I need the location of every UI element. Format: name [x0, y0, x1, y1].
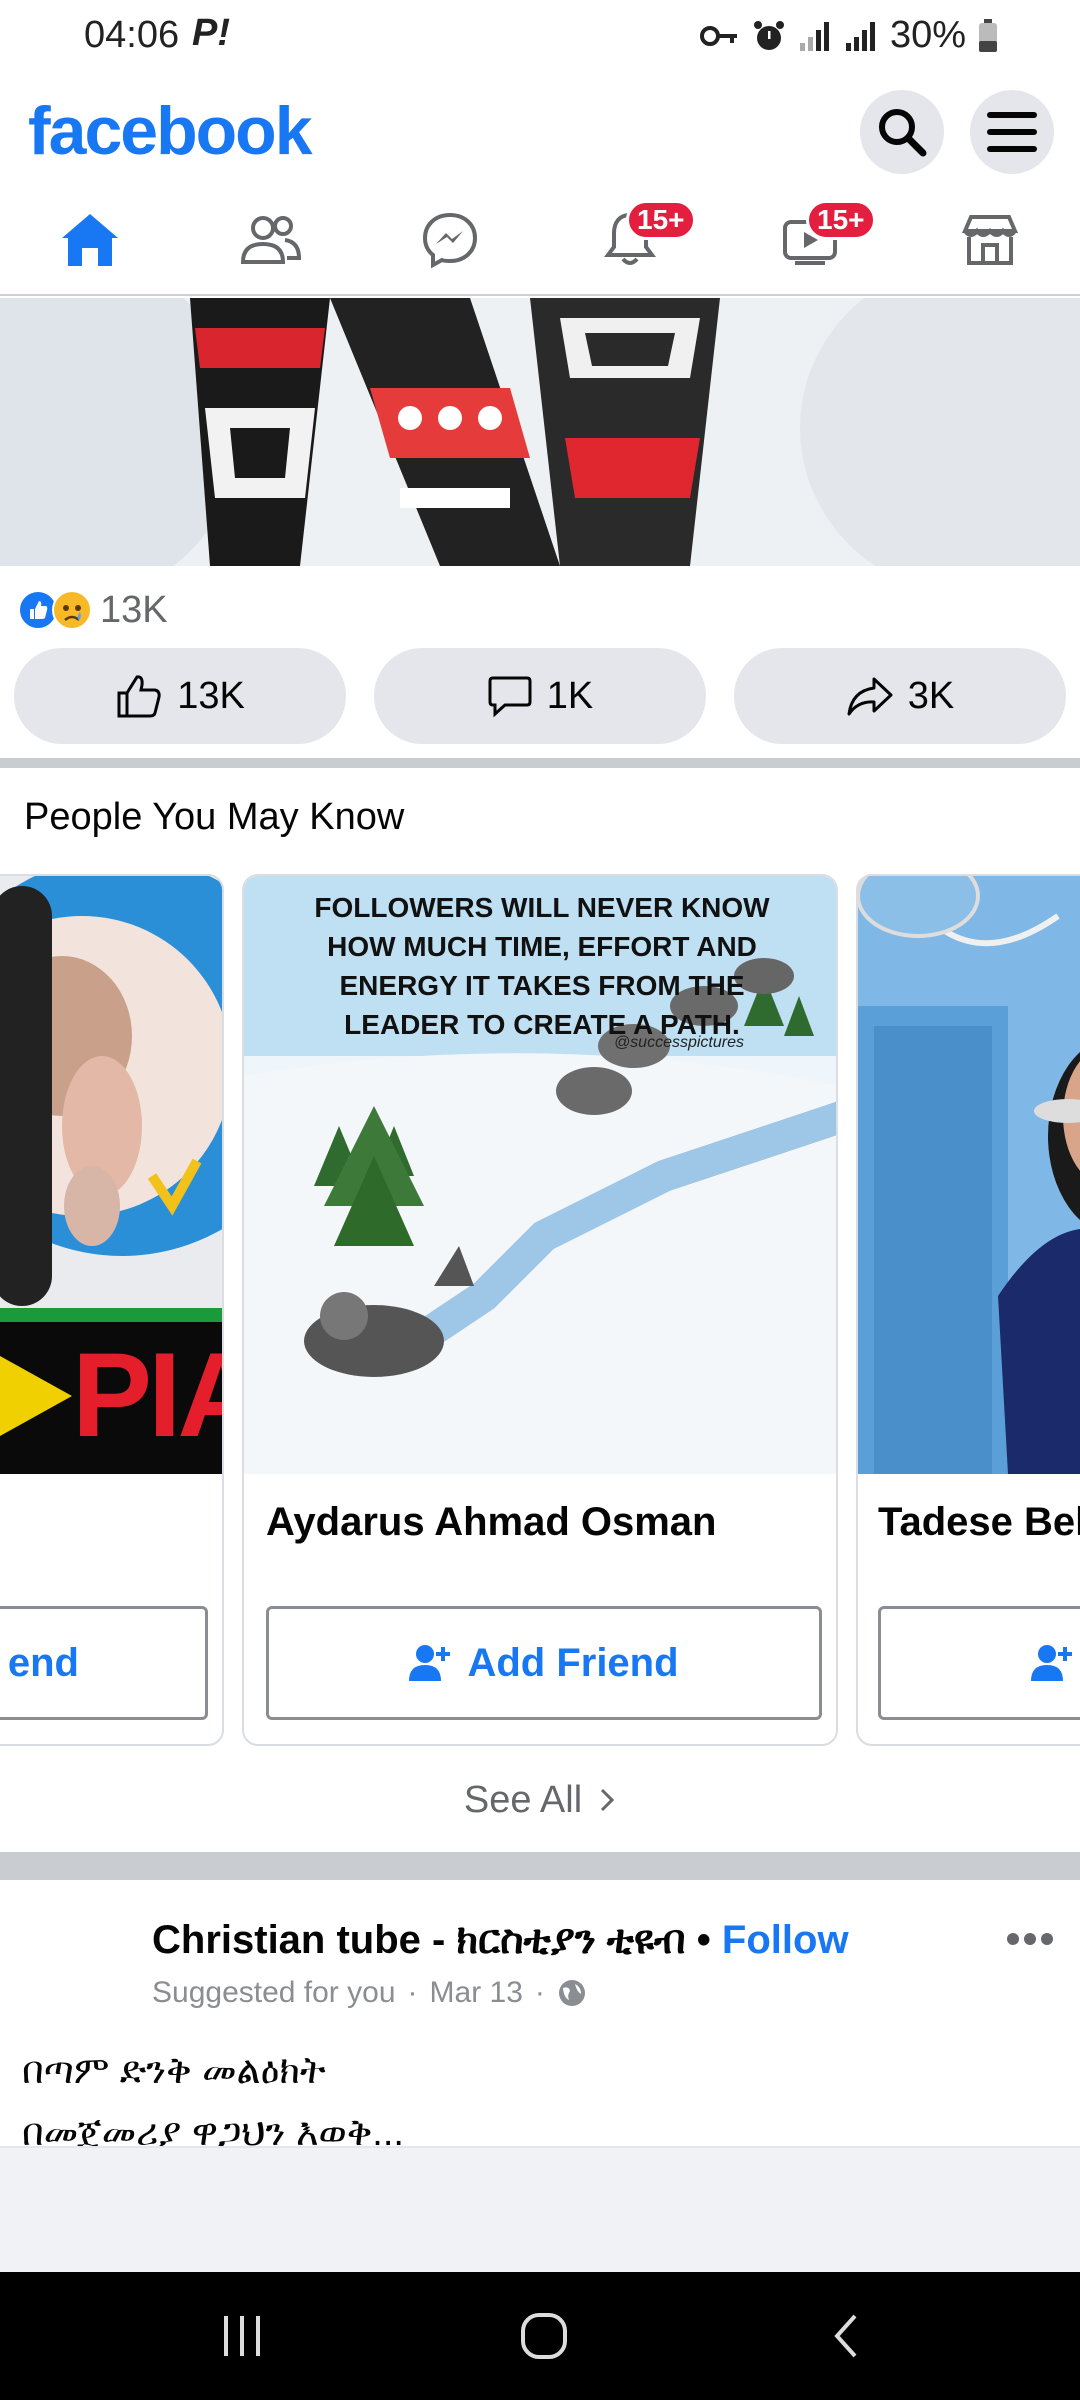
status-icons: 30% — [699, 14, 998, 57]
meta-separator: · — [534, 1976, 545, 2009]
share-count: 3K — [907, 674, 955, 717]
post-meta: Suggested for you · Mar 13 · — [152, 1976, 587, 2010]
card-image-text: PIA — [72, 1328, 222, 1462]
pymk-card-image — [858, 876, 1080, 1474]
globe-icon — [558, 1980, 585, 2006]
signal-icon-2 — [845, 21, 875, 51]
add-friend-icon — [1031, 1645, 1072, 1681]
search-button[interactable] — [860, 90, 944, 174]
pymk-card-image: FOLLOWERS WILL NEVER KNOW HOW MUCH TIME,… — [244, 876, 836, 1474]
image-credit: @successpictures — [613, 1034, 744, 1051]
back-button[interactable] — [806, 2300, 886, 2372]
reaction-summary[interactable]: 13K — [18, 584, 168, 636]
signal-icon-1 — [799, 21, 829, 51]
tab-video[interactable]: 15+ — [720, 186, 900, 294]
post-media-preview[interactable] — [0, 2146, 1080, 2272]
home-circle-icon — [521, 2313, 567, 2359]
facebook-logo[interactable]: facebook — [28, 92, 313, 170]
profile-photo — [858, 876, 1080, 1474]
pymk-card[interactable]: FOLLOWERS WILL NEVER KNOW HOW MUCH TIME,… — [242, 874, 838, 1746]
post-photo-scarves — [0, 298, 1080, 566]
add-friend-label: Add Friend — [467, 1640, 679, 1685]
home-icon — [62, 214, 118, 266]
see-all-link[interactable]: See All — [0, 1772, 1080, 1828]
app-header: facebook — [0, 78, 1080, 186]
see-all-label: See All — [463, 1778, 583, 1821]
tab-friends[interactable] — [180, 186, 360, 294]
share-button[interactable]: 3K — [734, 648, 1066, 744]
battery-icon — [979, 18, 997, 52]
hamburger-menu-icon — [987, 112, 1037, 152]
like-count: 13K — [177, 674, 245, 717]
chevron-right-icon — [601, 1788, 615, 1812]
nav-tabs: 15+ 15+ — [0, 186, 1080, 296]
menu-button[interactable] — [970, 90, 1054, 174]
vpn-key-icon — [699, 25, 737, 46]
notifications-badge: 15+ — [626, 200, 696, 240]
more-options-icon — [1007, 1933, 1053, 1945]
pymk-name[interactable]: Tadese Bel — [878, 1500, 1080, 1545]
alarm-icon — [753, 20, 784, 50]
tab-messenger[interactable] — [360, 186, 540, 294]
search-icon — [879, 109, 927, 157]
pymk-card-image: PIA — [0, 876, 222, 1474]
marketplace-icon — [961, 215, 1019, 265]
title-bullet: • — [696, 1918, 711, 1962]
more-options-button[interactable] — [1006, 1932, 1054, 1951]
status-bar: 04:06 P! 30% — [0, 0, 1080, 78]
messenger-icon — [422, 212, 478, 269]
add-friend-button[interactable] — [878, 1606, 1080, 1720]
pymk-title: People You May Know — [24, 796, 405, 838]
tab-home[interactable] — [0, 186, 180, 294]
comment-icon — [488, 676, 532, 718]
comment-count: 1K — [546, 674, 594, 717]
pymk-card[interactable]: Tadese Bel — [856, 874, 1080, 1746]
tab-marketplace[interactable] — [900, 186, 1080, 294]
add-friend-icon — [409, 1645, 451, 1681]
section-divider — [0, 758, 1080, 768]
pymk-card[interactable]: PIA end — [0, 874, 224, 1746]
post-date[interactable]: Mar 13 — [430, 1976, 523, 2010]
video-badge: 15+ — [806, 200, 876, 240]
post-actions: 13K 1K 3K — [14, 648, 1066, 744]
home-nav-button[interactable] — [504, 2300, 584, 2372]
post-text-line: በጣም ድንቅ መልዕክት — [22, 2050, 326, 2092]
recent-apps-button[interactable] — [202, 2300, 282, 2372]
post-header-title: Christian tube - ክርስቲያን ቲዩብ • Follow — [152, 1918, 849, 1963]
recent-apps-icon — [224, 2316, 260, 2356]
friends-icon — [240, 216, 301, 264]
sad-reaction-icon — [52, 590, 92, 630]
back-icon — [834, 2314, 857, 2358]
reaction-count: 13K — [100, 588, 168, 631]
add-friend-button[interactable]: end — [0, 1606, 208, 1720]
battery-percent: 30% — [889, 14, 966, 56]
share-icon — [847, 677, 893, 716]
add-friend-label: end — [7, 1640, 79, 1685]
follow-button[interactable]: Follow — [722, 1918, 849, 1962]
like-button[interactable]: 13K — [14, 648, 346, 744]
add-friend-button[interactable]: Add Friend — [266, 1606, 822, 1720]
image-caption: FOLLOWERS WILL NEVER KNOW HOW MUCH TIME,… — [314, 892, 770, 1040]
page-name[interactable]: Christian tube - ክርስቲያን ቲዩብ — [152, 1918, 686, 1962]
suggested-label: Suggested for you — [152, 1976, 396, 2009]
section-divider — [0, 1852, 1080, 1880]
thumbs-up-icon — [117, 675, 161, 718]
status-p-indicator: P! — [192, 12, 230, 54]
status-time: 04:06 — [84, 14, 180, 56]
meta-separator: · — [407, 1976, 418, 2009]
post-image[interactable] — [0, 298, 1080, 566]
tab-notifications[interactable]: 15+ — [540, 186, 720, 294]
comment-button[interactable]: 1K — [374, 648, 706, 744]
system-navigation-bar — [0, 2272, 1080, 2400]
pymk-name[interactable]: Aydarus Ahmad Osman — [266, 1500, 717, 1545]
